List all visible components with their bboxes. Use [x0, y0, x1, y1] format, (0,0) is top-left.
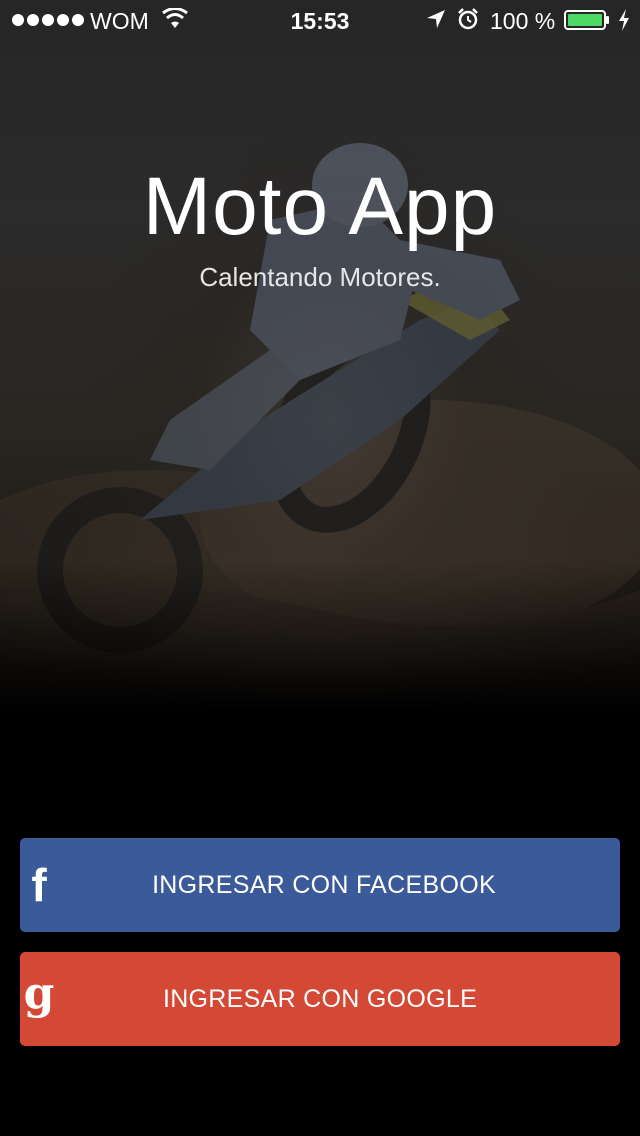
charging-bolt-icon: [619, 9, 629, 31]
app-title: Moto App: [142, 161, 498, 252]
alarm-clock-icon: [458, 8, 478, 30]
google-login-button[interactable]: g INGRESAR CON GOOGLE: [20, 952, 620, 1046]
location-arrow-icon: [427, 10, 445, 28]
app-subtitle: Calentando Motores.: [199, 262, 441, 292]
hero-fade-overlay: [0, 560, 640, 710]
hero-background-image: [0, 0, 640, 710]
battery-percent: 100 %: [490, 8, 556, 34]
google-login-label: INGRESAR CON GOOGLE: [162, 984, 478, 1013]
status-bar: WOM 15:53 100 %: [0, 0, 640, 40]
facebook-login-label: INGRESAR CON FACEBOOK: [152, 870, 496, 899]
facebook-login-button[interactable]: f INGRESAR CON FACEBOOK: [20, 838, 620, 932]
battery-icon: [564, 10, 609, 30]
